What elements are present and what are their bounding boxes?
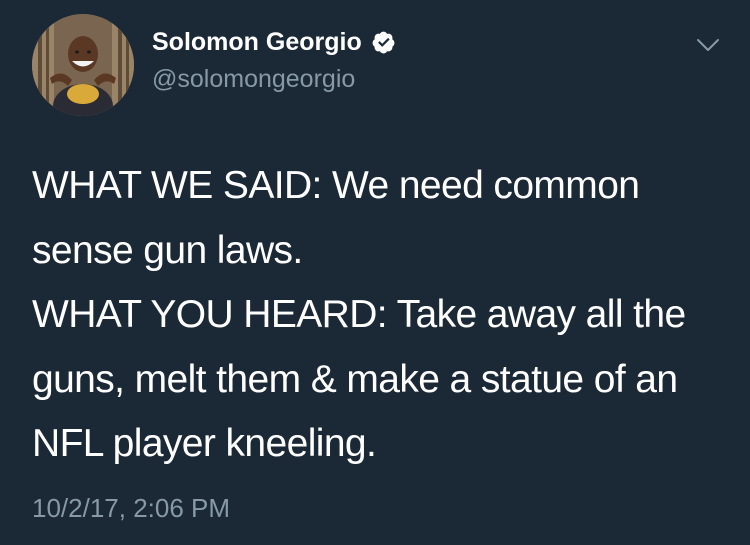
avatar[interactable]	[32, 14, 134, 116]
tweet-text-line: sense gun laws.	[32, 228, 303, 272]
tweet-text-line: NFL player kneeling.	[32, 422, 377, 465]
tweet-text: WHAT WE SAID: We need common sense gun l…	[32, 154, 732, 477]
tweet-text-line: guns, melt them & make a statue of an	[32, 357, 678, 401]
tweet-text-line: WHAT YOU HEARD: Take away all the	[32, 293, 686, 336]
tweet-text-line: WHAT WE SAID: We need common	[32, 164, 640, 207]
tweet-card: Solomon Georgio @solomongeorgio WHAT WE …	[0, 0, 750, 545]
author-handle[interactable]: @solomongeorgio	[152, 64, 355, 94]
verified-badge-icon	[371, 30, 396, 55]
chevron-down-icon[interactable]	[694, 34, 722, 56]
tweet-timestamp[interactable]: 10/2/17, 2:06 PM	[32, 492, 230, 524]
author-name-row[interactable]: Solomon Georgio	[152, 27, 396, 57]
avatar-image	[32, 14, 134, 116]
display-name[interactable]: Solomon Georgio	[152, 27, 362, 57]
